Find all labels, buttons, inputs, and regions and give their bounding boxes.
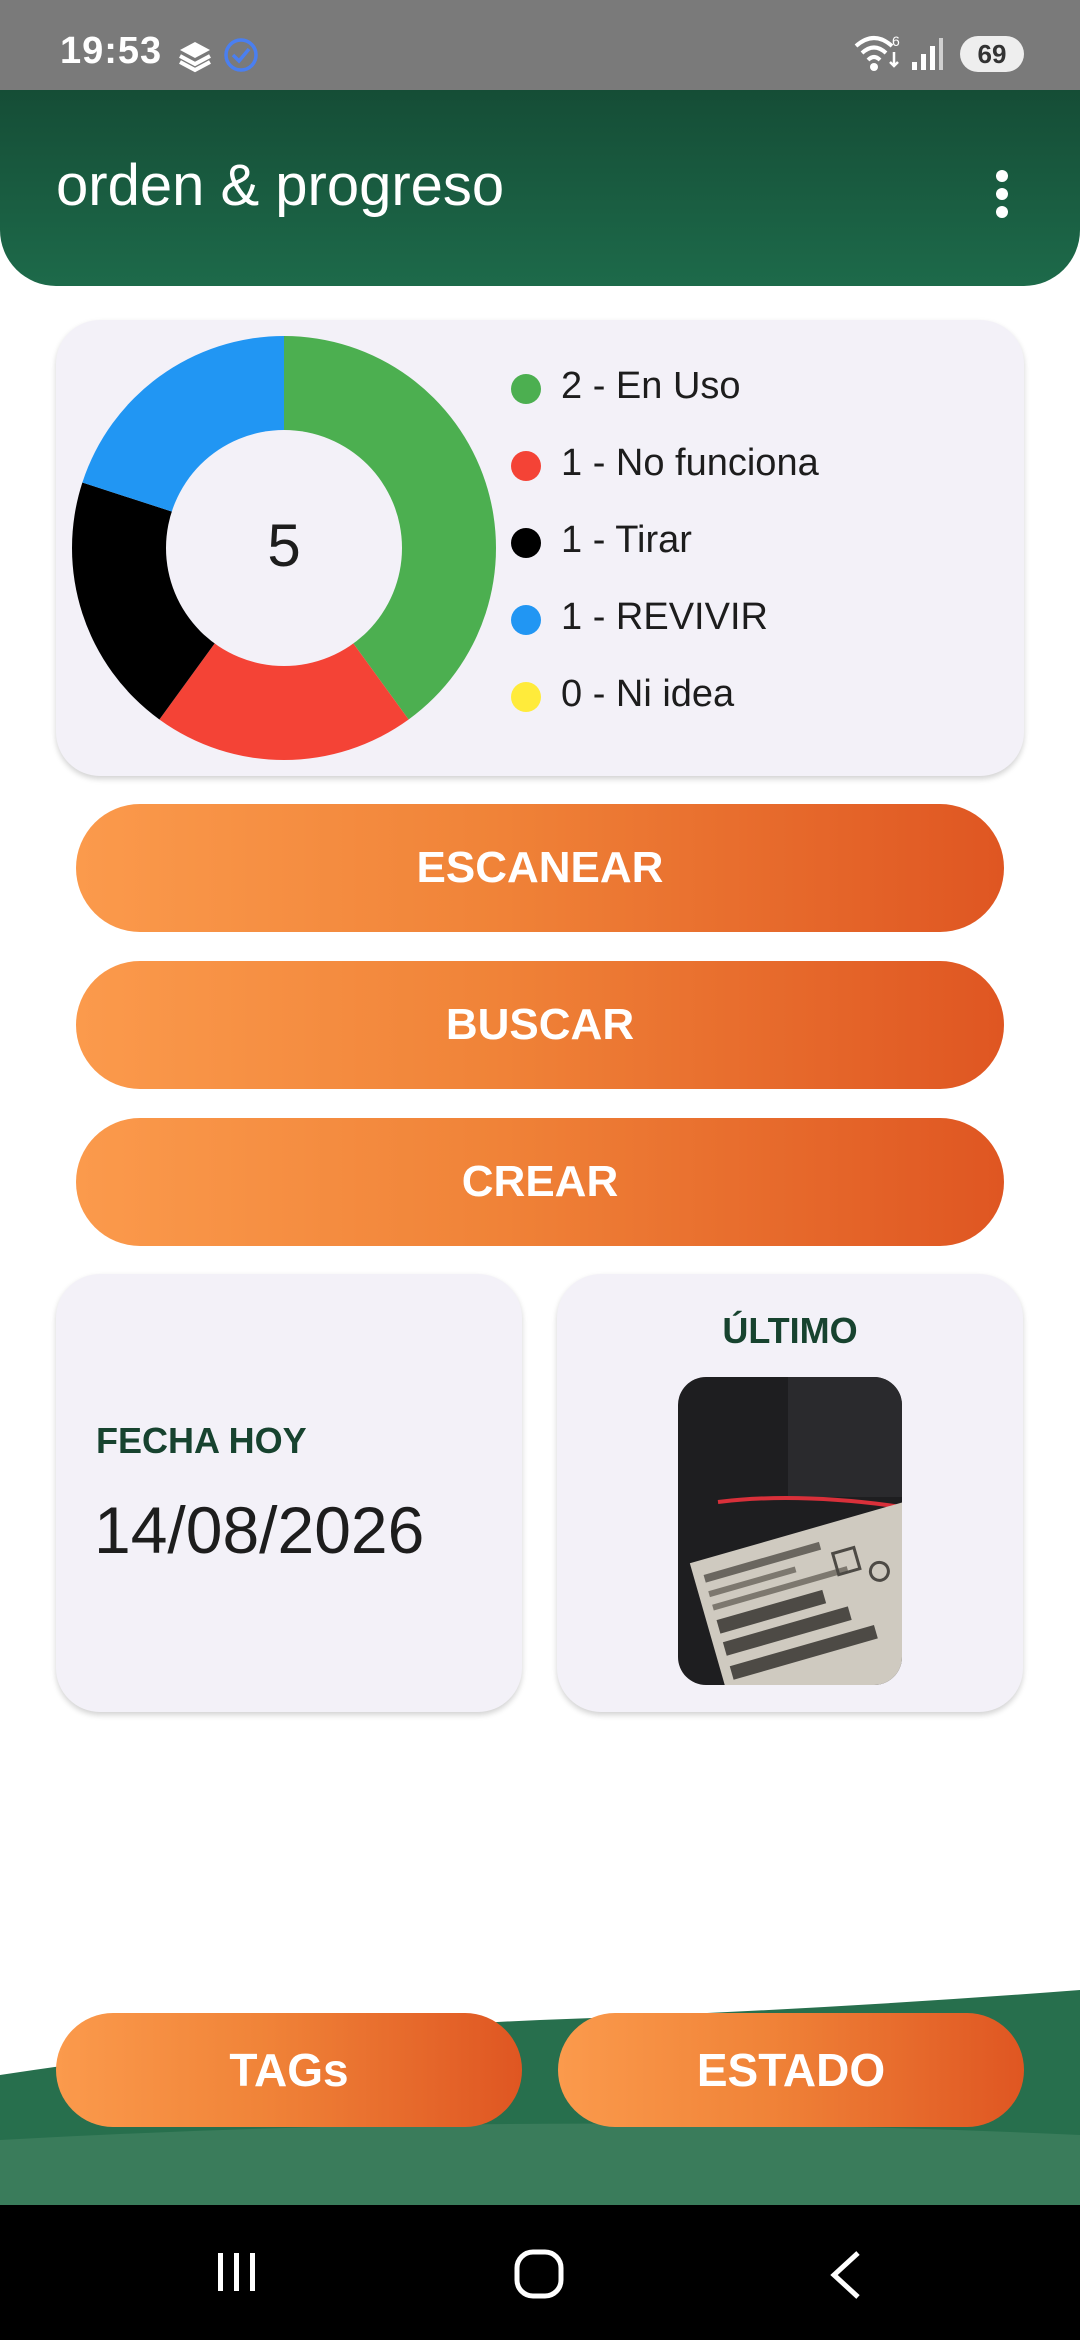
wifi-badge: 6	[892, 33, 900, 49]
legend-dot-green	[511, 374, 541, 404]
donut-total: 5	[267, 512, 300, 579]
legend-label: 1 - No funciona	[561, 442, 819, 484]
date-value: 14/08/2026	[94, 1493, 425, 1567]
status-donut-chart: 5	[72, 336, 496, 760]
tags-button[interactable]: TAGs	[56, 2013, 522, 2127]
legend-dot-yellow	[511, 682, 541, 712]
stack-icon	[179, 42, 211, 73]
status-time: 19:53	[60, 30, 163, 72]
search-button[interactable]: BUSCAR	[76, 961, 1004, 1089]
legend-label: 0 - Ni idea	[561, 673, 735, 715]
wifi-icon: 6	[854, 33, 900, 71]
back-icon[interactable]	[822, 2247, 872, 2303]
create-button[interactable]: CREAR	[76, 1118, 1004, 1246]
more-vert-icon	[996, 170, 1008, 182]
system-nav-bar	[0, 2205, 1080, 2340]
legend-dot-red	[511, 451, 541, 481]
signal-icon	[912, 38, 943, 70]
date-label: FECHA HOY	[96, 1420, 307, 1461]
home-icon[interactable]	[512, 2247, 568, 2303]
legend-label: 1 - REVIVIR	[561, 596, 768, 638]
battery-indicator: 69	[960, 36, 1024, 72]
scan-button[interactable]: ESCANEAR	[76, 804, 1004, 932]
legend-label: 1 - Tirar	[561, 519, 692, 561]
recent-apps-icon[interactable]	[212, 2247, 262, 2297]
legend-dot-black	[511, 528, 541, 558]
legend-label: 2 - En Uso	[561, 365, 741, 407]
state-button[interactable]: ESTADO	[558, 2013, 1024, 2127]
last-item-card[interactable]: ÚLTIMO	[557, 1274, 1023, 1712]
photo-thumbnail	[678, 1377, 902, 1685]
legend-dot-blue	[511, 605, 541, 635]
status-chart-card[interactable]: 5 2 - En Uso 1 - No funciona 1 - Tirar 1…	[56, 320, 1024, 776]
app-bar: orden & progreso	[0, 90, 1080, 286]
more-options-button[interactable]	[960, 150, 1040, 230]
today-date-card: FECHA HOY 14/08/2026	[56, 1274, 522, 1712]
app-title: orden & progreso	[56, 153, 505, 218]
last-item-photo[interactable]	[678, 1377, 902, 1685]
status-bar: 19:53 6 69	[0, 0, 1080, 90]
last-item-title: ÚLTIMO	[722, 1310, 858, 1351]
check-circle-icon	[224, 38, 258, 72]
